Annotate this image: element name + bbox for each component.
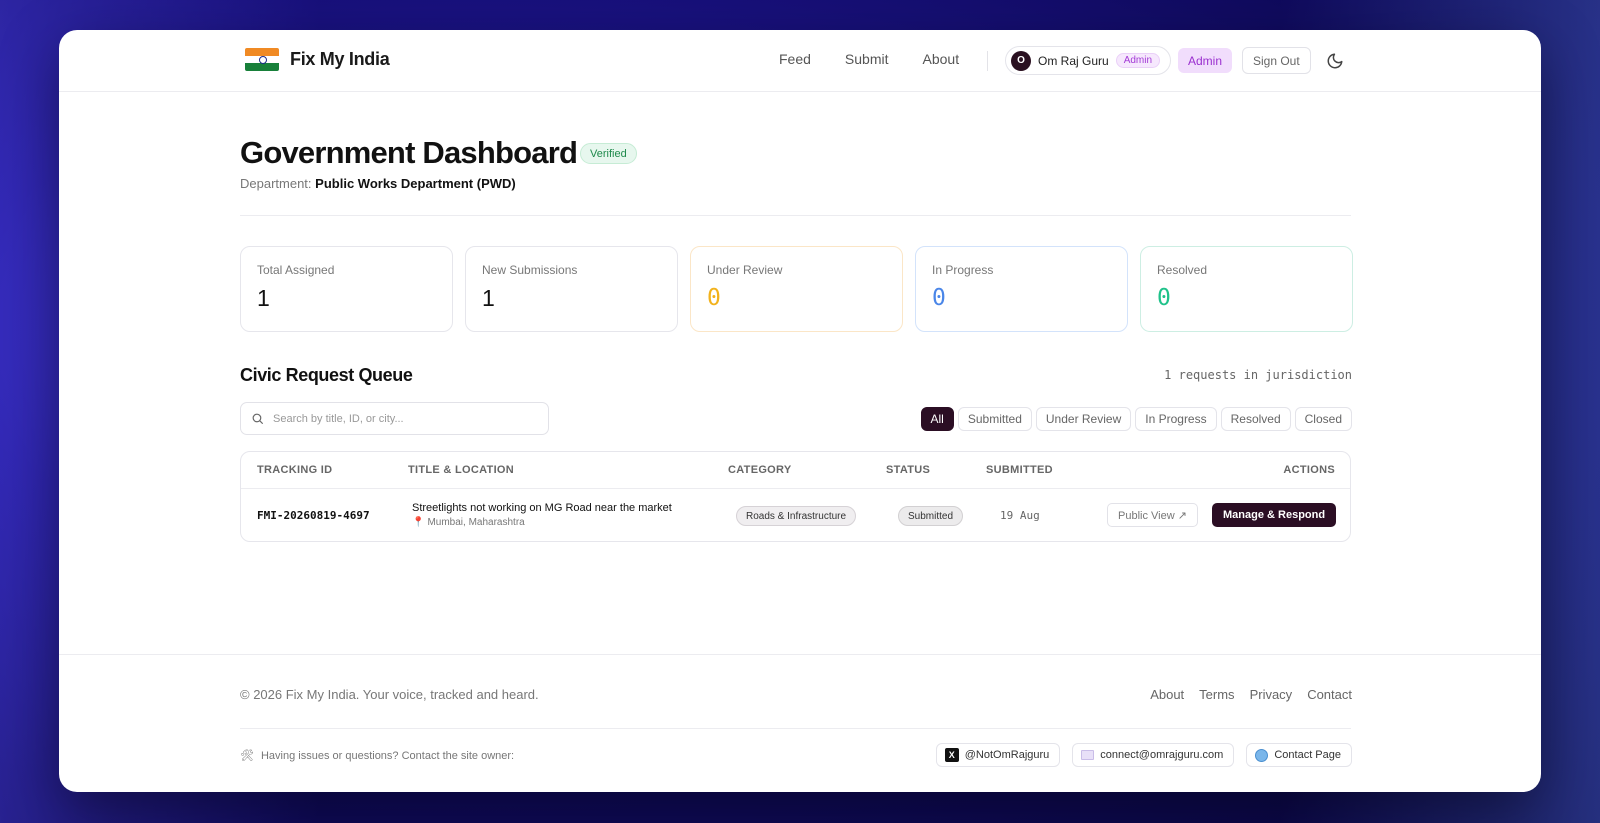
india-flag-icon <box>245 48 279 71</box>
queue-count: 1 requests in jurisdiction <box>1164 368 1352 382</box>
stat-value: 0 <box>707 285 721 311</box>
footer-divider <box>240 728 1351 729</box>
status-filters: All Submitted Under Review In Progress R… <box>920 407 1352 431</box>
footer: © 2026 Fix My India. Your voice, tracked… <box>59 654 1541 792</box>
footer-links: About Terms Privacy Contact <box>1150 687 1352 702</box>
stat-in-progress: In Progress 0 <box>915 246 1128 332</box>
stat-value: 0 <box>1157 285 1171 311</box>
queue-title: Civic Request Queue <box>240 365 413 385</box>
verified-badge: Verified <box>580 143 637 164</box>
department-label: Department: <box>240 176 312 191</box>
sign-out-button[interactable]: Sign Out <box>1242 47 1311 74</box>
stat-under-review: Under Review 0 <box>690 246 903 332</box>
stats-row: Total Assigned 1 New Submissions 1 Under… <box>240 246 1353 332</box>
filter-in-progress[interactable]: In Progress <box>1135 407 1217 431</box>
brand-name: Fix My India <box>290 49 390 69</box>
filter-resolved[interactable]: Resolved <box>1220 407 1291 431</box>
status-badge: Submitted <box>898 506 964 526</box>
avatar: O <box>1011 50 1031 71</box>
contact-page-label: Contact Page <box>1274 749 1341 761</box>
divider <box>240 215 1351 216</box>
footer-link-privacy[interactable]: Privacy <box>1250 687 1293 702</box>
request-table: TRACKING ID TITLE & LOCATION CATEGORY ST… <box>240 451 1351 542</box>
stat-new-submissions: New Submissions 1 <box>465 246 678 332</box>
tracking-id: FMI-20260819-4697 <box>257 509 370 522</box>
help-line: 🛠 Having issues or questions? Contact th… <box>240 749 515 763</box>
stat-label: Under Review <box>707 263 783 277</box>
stat-value: 1 <box>257 285 270 311</box>
stat-label: Resolved <box>1157 263 1208 277</box>
col-category: CATEGORY <box>728 464 792 476</box>
search-box <box>240 402 549 435</box>
user-menu[interactable]: O Om Raj Guru Admin <box>1005 46 1172 75</box>
stat-label: Total Assigned <box>257 263 335 277</box>
top-header: Fix My India Feed Submit About O Om Raj … <box>59 30 1541 92</box>
stat-value: 0 <box>932 285 946 311</box>
col-status: STATUS <box>886 464 931 476</box>
role-badge: Admin <box>1115 53 1161 68</box>
mail-icon <box>1081 750 1095 760</box>
page-title: Government Dashboard <box>240 135 578 170</box>
user-name: Om Raj Guru <box>1038 53 1109 68</box>
category-badge: Roads & Infrastructure <box>736 506 857 526</box>
col-title-location: TITLE & LOCATION <box>408 464 515 476</box>
moon-icon[interactable] <box>1323 49 1347 73</box>
table-row[interactable]: FMI-20260819-4697 Streetlights not worki… <box>241 489 1350 541</box>
twitter-link[interactable]: X @NotOmRajguru <box>935 743 1061 767</box>
manage-respond-button[interactable]: Manage & Respond <box>1212 503 1337 527</box>
tools-icon: 🛠 <box>240 750 254 762</box>
stat-value: 1 <box>482 285 495 311</box>
filter-under-review[interactable]: Under Review <box>1035 407 1132 431</box>
department-line: Department: Public Works Department (PWD… <box>240 176 516 191</box>
search-input[interactable] <box>273 412 533 425</box>
admin-button[interactable]: Admin <box>1178 48 1233 73</box>
request-location: 📍 Mumbai, Maharashtra <box>412 517 525 528</box>
department-value: Public Works Department (PWD) <box>315 176 516 191</box>
filter-submitted[interactable]: Submitted <box>957 407 1032 431</box>
filter-closed[interactable]: Closed <box>1294 407 1352 431</box>
public-view-button[interactable]: Public View ↗ <box>1107 503 1198 527</box>
help-text: Having issues or questions? Contact the … <box>260 749 515 762</box>
contact-links: X @NotOmRajguru connect@omrajguru.com Co… <box>935 743 1352 767</box>
request-title: Streetlights not working on MG Road near… <box>412 502 672 514</box>
footer-link-terms[interactable]: Terms <box>1199 687 1234 702</box>
stat-total-assigned: Total Assigned 1 <box>240 246 453 332</box>
nav-divider <box>987 51 988 71</box>
filter-all[interactable]: All <box>920 407 954 431</box>
brand-logo[interactable]: Fix My India <box>245 48 390 71</box>
col-actions: ACTIONS <box>1283 464 1335 476</box>
stat-label: New Submissions <box>482 263 578 277</box>
nav-submit[interactable]: Submit <box>845 51 889 67</box>
col-tracking-id: TRACKING ID <box>257 464 333 476</box>
contact-page-link[interactable]: Contact Page <box>1246 743 1352 767</box>
stat-label: In Progress <box>932 263 994 277</box>
main-nav: Feed Submit About <box>779 51 959 67</box>
footer-link-contact[interactable]: Contact <box>1307 687 1352 702</box>
submitted-date: 19 Aug <box>1000 509 1040 522</box>
email-link[interactable]: connect@omrajguru.com <box>1072 743 1235 767</box>
location-text: Mumbai, Maharashtra <box>427 517 525 528</box>
search-icon <box>252 413 263 424</box>
copyright: © 2026 Fix My India. Your voice, tracked… <box>240 687 539 702</box>
nav-about[interactable]: About <box>923 51 960 67</box>
pin-icon: 📍 <box>412 517 425 528</box>
nav-feed[interactable]: Feed <box>779 51 811 67</box>
app-window: Fix My India Feed Submit About O Om Raj … <box>59 30 1541 792</box>
globe-icon <box>1255 748 1269 762</box>
col-submitted: SUBMITTED <box>986 464 1053 476</box>
stat-resolved: Resolved 0 <box>1140 246 1353 332</box>
x-icon: X <box>944 748 959 762</box>
footer-link-about[interactable]: About <box>1150 687 1184 702</box>
twitter-handle: @NotOmRajguru <box>964 749 1050 761</box>
table-header: TRACKING ID TITLE & LOCATION CATEGORY ST… <box>241 452 1350 489</box>
email-address: connect@omrajguru.com <box>1100 749 1224 761</box>
